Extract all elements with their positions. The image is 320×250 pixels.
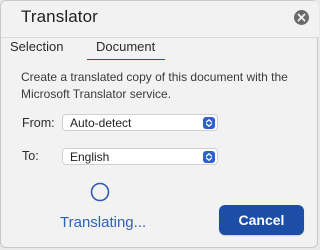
tab-bar: Selection Document [1,37,319,60]
spinner-icon [90,182,110,202]
status-text: Translating... [60,214,147,231]
tab-selection[interactable]: Selection [10,39,63,59]
pane-header: Translator [1,1,319,38]
to-language-select[interactable]: English [62,148,218,165]
to-language-value: English [70,150,110,164]
description-text: Create a translated copy of this documen… [21,70,288,101]
active-tab-indicator [87,59,165,60]
to-label: To: [22,149,39,163]
select-arrows-icon [203,150,215,163]
from-label: From: [22,116,55,130]
cancel-button[interactable]: Cancel [219,205,304,235]
from-language-select[interactable]: Auto-detect [62,114,218,131]
pane-title: Translator [21,7,98,26]
cancel-button-label: Cancel [238,212,285,228]
close-icon[interactable] [294,10,309,25]
select-arrows-icon [203,116,215,129]
tab-document[interactable]: Document [96,39,155,59]
from-language-value: Auto-detect [70,116,132,130]
translator-pane: Translator Selection Document Create a t… [0,0,319,248]
